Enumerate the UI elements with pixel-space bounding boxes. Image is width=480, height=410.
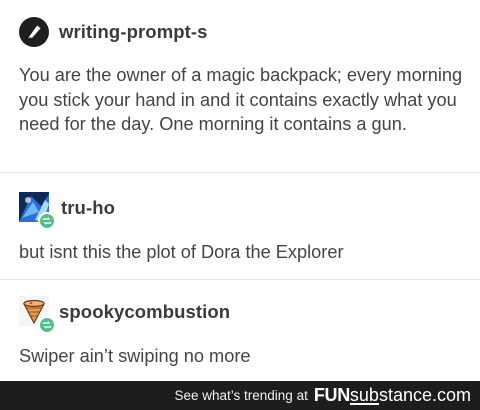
watermark-bar: See what’s trending at FUN sub stance.com <box>0 381 480 410</box>
username[interactable]: tru-ho <box>61 197 115 219</box>
post-reblog: spookycombustion Swiper ain’t swiping no… <box>0 294 480 369</box>
avatar[interactable] <box>19 296 56 334</box>
avatar[interactable] <box>19 192 56 230</box>
post-header: spookycombustion <box>0 294 480 334</box>
post-text: You are the owner of a magic backpack; e… <box>19 65 463 135</box>
reblog-icon <box>38 212 56 230</box>
brand-fun: FUN <box>313 385 350 405</box>
trending-text: See what’s trending at <box>174 388 308 403</box>
post-text: Swiper ain’t swiping no more <box>19 346 251 366</box>
pen-nib-icon <box>19 17 49 47</box>
divider <box>0 279 480 280</box>
post-header: writing-prompt-s <box>0 14 480 50</box>
divider <box>0 172 480 173</box>
brand-sub: sub <box>349 385 379 405</box>
username[interactable]: spookycombustion <box>59 301 230 323</box>
brand-tail: stance.com <box>378 385 471 405</box>
username[interactable]: writing-prompt-s <box>59 21 208 43</box>
post-original: writing-prompt-s You are the owner of a … <box>0 14 480 137</box>
post-header: tru-ho <box>0 190 480 230</box>
post-text: but isnt this the plot of Dora the Explo… <box>19 242 344 262</box>
reblog-icon <box>38 316 56 334</box>
avatar[interactable] <box>19 16 51 48</box>
post-reblog: tru-ho but isnt this the plot of Dora th… <box>0 190 480 265</box>
funsubstance-logo[interactable]: FUN sub stance.com <box>314 385 471 406</box>
